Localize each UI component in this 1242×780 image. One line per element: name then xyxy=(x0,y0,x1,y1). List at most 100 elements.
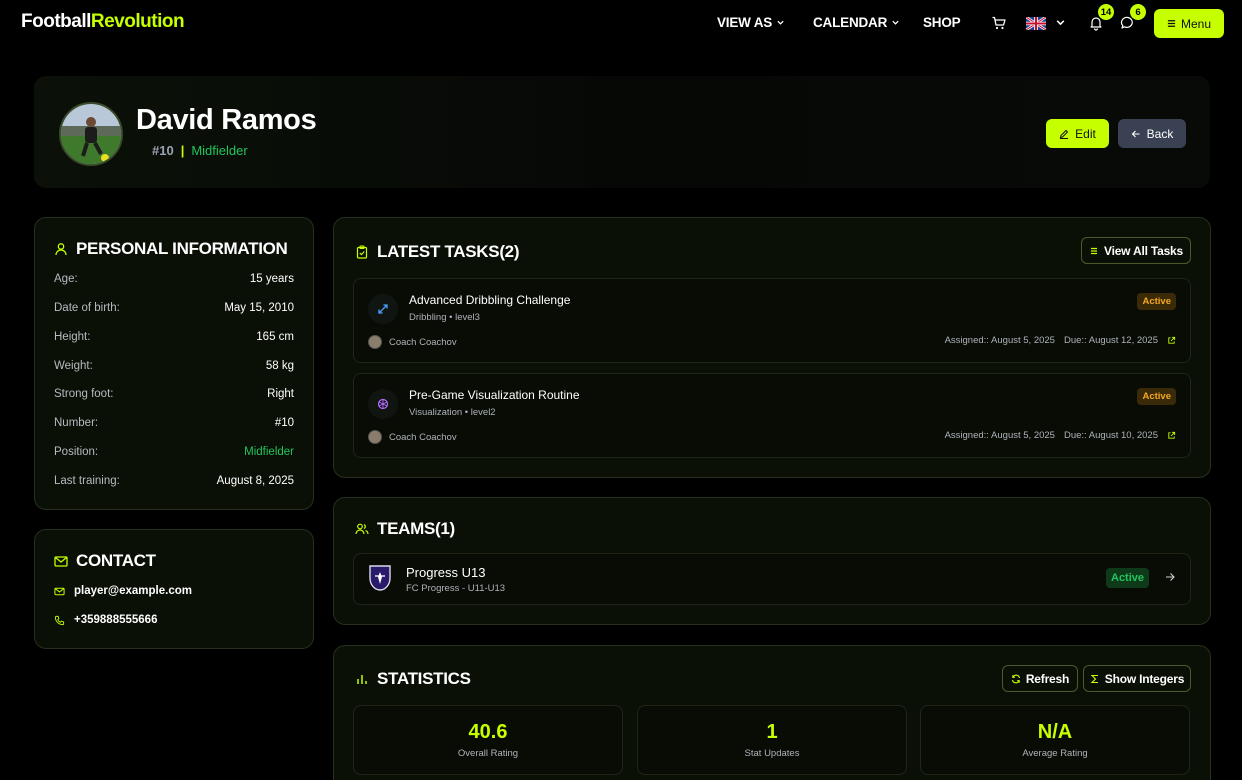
info-row-number: Number: #10 xyxy=(54,417,294,429)
arrow-right-icon[interactable] xyxy=(1164,571,1176,583)
users-icon xyxy=(355,523,369,535)
stat-label: Average Rating xyxy=(1022,748,1088,759)
task-icon-wrap xyxy=(368,294,398,324)
teams-card: TEAMS(1) Progress U13 FC Progress - U11-… xyxy=(333,497,1211,625)
task-item[interactable]: Advanced Dribbling Challenge Dribbling •… xyxy=(353,278,1191,363)
separator: | xyxy=(180,143,185,158)
coach-name: Coach Coachov xyxy=(389,431,457,443)
latest-tasks-card: LATEST TASKS(2) View All Tasks Advanced … xyxy=(333,217,1211,478)
info-value: #10 xyxy=(274,417,294,429)
contact-title: CONTACT xyxy=(54,551,156,571)
top-navbar: FootballRevolution VIEW AS CALENDAR SHOP… xyxy=(0,0,1242,46)
nav-calendar-label: CALENDAR xyxy=(813,15,888,30)
brand-part1: Football xyxy=(21,11,91,32)
team-name: Progress U13 xyxy=(406,565,486,580)
edit-button[interactable]: Edit xyxy=(1046,119,1109,148)
status-badge: Active xyxy=(1137,293,1176,310)
contact-card: CONTACT player@example.com +359888555666 xyxy=(34,529,314,649)
info-row-height: Height: 165 cm xyxy=(54,331,294,343)
visualization-icon xyxy=(377,398,389,410)
info-row-strong-foot: Strong foot: Right xyxy=(54,388,294,400)
contact-email-text: player@example.com xyxy=(74,585,192,597)
info-value: 58 kg xyxy=(265,360,294,372)
show-integers-button[interactable]: Show Integers xyxy=(1083,665,1191,692)
brand-part2: Revolution xyxy=(90,11,185,32)
task-subtitle: Dribbling • level3 xyxy=(409,312,480,323)
nav-shop[interactable]: SHOP xyxy=(923,15,961,30)
status-badge: Active xyxy=(1106,568,1150,588)
messages-badge: 6 xyxy=(1130,4,1146,20)
info-value: August 8, 2025 xyxy=(216,475,294,487)
stat-value: N/A xyxy=(1037,721,1073,743)
task-title: Pre-Game Visualization Routine xyxy=(409,388,580,402)
teams-title-text: TEAMS(1) xyxy=(377,519,455,538)
player-number: #10 xyxy=(152,143,174,158)
team-item[interactable]: Progress U13 FC Progress - U11-U13 Activ… xyxy=(353,553,1191,605)
external-link-icon[interactable] xyxy=(1167,336,1176,345)
info-label: Height: xyxy=(54,331,91,343)
coach-name: Coach Coachov xyxy=(389,336,457,348)
info-row-dob: Date of birth: May 15, 2010 xyxy=(54,302,294,314)
task-dates: Assigned:: August 5, 2025 Due:: August 1… xyxy=(945,430,1176,441)
info-label: Last training: xyxy=(54,475,120,487)
contact-phone[interactable]: +359888555666 xyxy=(54,614,157,626)
nav-calendar[interactable]: CALENDAR xyxy=(813,15,900,30)
brand-logo[interactable]: FootballRevolution xyxy=(21,11,185,33)
list-icon xyxy=(1090,247,1097,254)
edit-button-label: Edit xyxy=(1075,126,1096,141)
menu-button-label: Menu xyxy=(1180,16,1212,31)
statistics-title: STATISTICS xyxy=(355,669,471,689)
info-value: Right xyxy=(267,388,294,400)
envelope-icon xyxy=(54,587,65,595)
show-integers-label: Show Integers xyxy=(1104,671,1185,686)
task-subtitle: Visualization • level2 xyxy=(409,407,496,418)
stat-label: Stat Updates xyxy=(744,748,800,759)
info-row-age: Age: 15 years xyxy=(54,273,294,285)
player-subtitle: #10 | Midfielder xyxy=(152,143,248,158)
task-due: Due:: August 10, 2025 xyxy=(1063,430,1158,441)
nav-view-as[interactable]: VIEW AS xyxy=(717,15,785,30)
team-crest-icon xyxy=(369,565,391,591)
hamburger-icon xyxy=(1167,20,1176,27)
task-icon-wrap xyxy=(368,389,398,419)
stat-updates: 1 Stat Updates xyxy=(637,705,907,775)
task-coach: Coach Coachov xyxy=(368,335,457,349)
statistics-title-text: STATISTICS xyxy=(377,669,471,688)
info-label: Weight: xyxy=(54,360,93,372)
info-label: Number: xyxy=(54,417,99,429)
sigma-icon xyxy=(1090,674,1098,683)
info-label: Strong foot: xyxy=(54,388,114,400)
cart-icon[interactable] xyxy=(991,15,1007,31)
info-value: 15 years xyxy=(249,273,294,285)
task-assigned: Assigned:: August 5, 2025 xyxy=(944,430,1055,441)
contact-title-text: CONTACT xyxy=(76,551,156,570)
back-button-label: Back xyxy=(1146,126,1174,141)
stat-value: 40.6 xyxy=(468,721,508,743)
player-photo xyxy=(61,104,121,164)
status-badge: Active xyxy=(1137,388,1176,405)
info-value: May 15, 2010 xyxy=(224,302,294,314)
menu-button[interactable]: Menu xyxy=(1154,9,1224,38)
phone-icon xyxy=(54,615,65,625)
view-all-tasks-button[interactable]: View All Tasks xyxy=(1081,237,1191,264)
refresh-button[interactable]: Refresh xyxy=(1002,665,1078,692)
player-name: David Ramos xyxy=(136,104,317,136)
teams-title: TEAMS(1) xyxy=(355,519,455,539)
contact-email[interactable]: player@example.com xyxy=(54,585,192,597)
refresh-label: Refresh xyxy=(1025,671,1070,686)
external-link-icon[interactable] xyxy=(1167,431,1176,440)
uk-flag-icon[interactable] xyxy=(1026,17,1046,30)
info-label: Position: xyxy=(54,446,99,458)
stat-average-rating: N/A Average Rating xyxy=(920,705,1190,775)
latest-tasks-title: LATEST TASKS(2) xyxy=(355,242,520,262)
info-row-position: Position: Midfielder xyxy=(54,446,294,458)
chevron-down-icon[interactable] xyxy=(1055,17,1066,28)
player-avatar xyxy=(59,102,123,166)
statistics-card: STATISTICS Refresh Show Integers 40.6 Ov… xyxy=(333,645,1211,780)
bar-chart-icon xyxy=(357,675,367,684)
back-button[interactable]: Back xyxy=(1118,119,1186,148)
clipboard-check-icon xyxy=(356,245,368,259)
info-row-last-training: Last training: August 8, 2025 xyxy=(54,475,294,487)
task-item[interactable]: Pre-Game Visualization Routine Visualiza… xyxy=(353,373,1191,458)
team-subtitle: FC Progress - U11-U13 xyxy=(406,583,506,594)
